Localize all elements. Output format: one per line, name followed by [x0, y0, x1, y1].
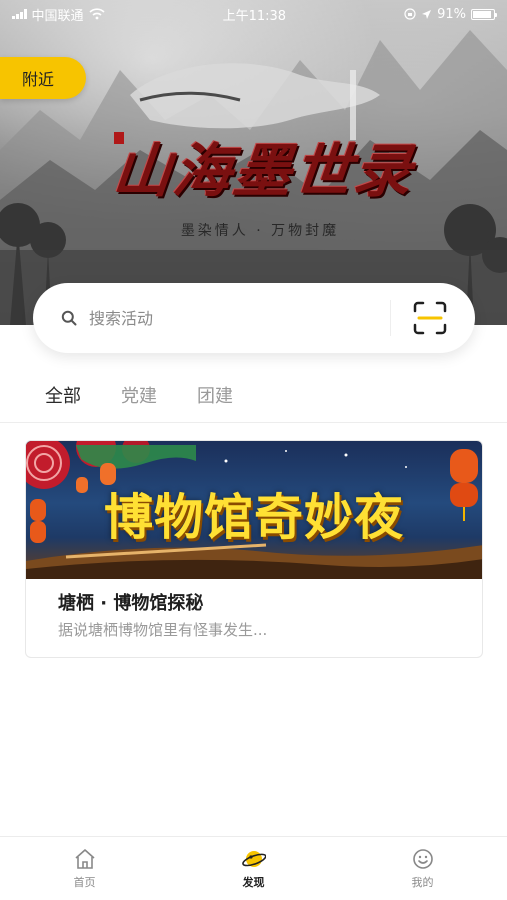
- search-icon: [61, 310, 77, 326]
- activity-description: 据说塘栖博物馆里有怪事发生...: [58, 621, 268, 639]
- nearby-button[interactable]: 附近: [0, 57, 86, 99]
- tabbar-home-label: 首页: [73, 876, 96, 889]
- tab-all[interactable]: 全部: [45, 380, 81, 422]
- lock-rotation-icon: [404, 8, 416, 20]
- tabs-divider: [0, 422, 507, 423]
- status-time: 上午11:38: [222, 8, 287, 24]
- banner-subtitle: 墨染情人 · 万物封魔: [180, 223, 340, 239]
- activity-card[interactable]: 博物馆奇妙夜 塘栖 · 博物馆探秘 据说塘栖博物馆里有怪事发生...: [25, 440, 483, 658]
- scan-icon[interactable]: [413, 301, 447, 335]
- tabbar-discover-label: 发现: [242, 876, 265, 889]
- battery-percent: 91%: [437, 6, 466, 22]
- smiley-icon: [411, 847, 435, 871]
- search-bar[interactable]: [33, 283, 475, 353]
- tabbar-mine-label: 我的: [411, 876, 434, 889]
- location-arrow-icon: [422, 9, 432, 19]
- wifi-icon: [88, 8, 105, 20]
- battery-icon: [470, 8, 497, 20]
- tab-team-building[interactable]: 团建: [197, 380, 233, 422]
- activity-title: 塘栖 · 博物馆探秘: [58, 593, 204, 614]
- tabbar-mine[interactable]: 我的: [368, 847, 478, 890]
- tabbar-discover[interactable]: 发现: [199, 847, 309, 890]
- carrier-label: 中国联通: [31, 8, 84, 24]
- search-divider: [390, 300, 391, 336]
- tab-party-building[interactable]: 党建: [121, 380, 157, 422]
- category-tabs: 全部 党建 团建: [0, 380, 507, 422]
- activity-card-body: 塘栖 · 博物馆探秘 据说塘栖博物馆里有怪事发生...: [26, 579, 482, 653]
- tabbar-home[interactable]: 首页: [30, 847, 140, 890]
- hero-banner[interactable]: 中国联通 上午11:38 91% 附近 山海墨世录 墨染情人 · 万物封魔: [0, 0, 507, 325]
- bottom-tab-bar: 首页 发现 我的: [0, 836, 507, 900]
- planet-icon: [241, 847, 266, 871]
- home-icon: [73, 847, 97, 871]
- banner-title: 山海墨世录: [109, 137, 418, 205]
- signal-icon: [12, 9, 27, 19]
- nearby-label: 附近: [22, 70, 55, 89]
- status-bar: 中国联通 上午11:38 91%: [0, 0, 507, 28]
- activity-banner-text: 博物馆奇妙夜: [103, 489, 404, 546]
- search-input[interactable]: [89, 308, 390, 328]
- activity-card-image: 博物馆奇妙夜: [26, 441, 482, 579]
